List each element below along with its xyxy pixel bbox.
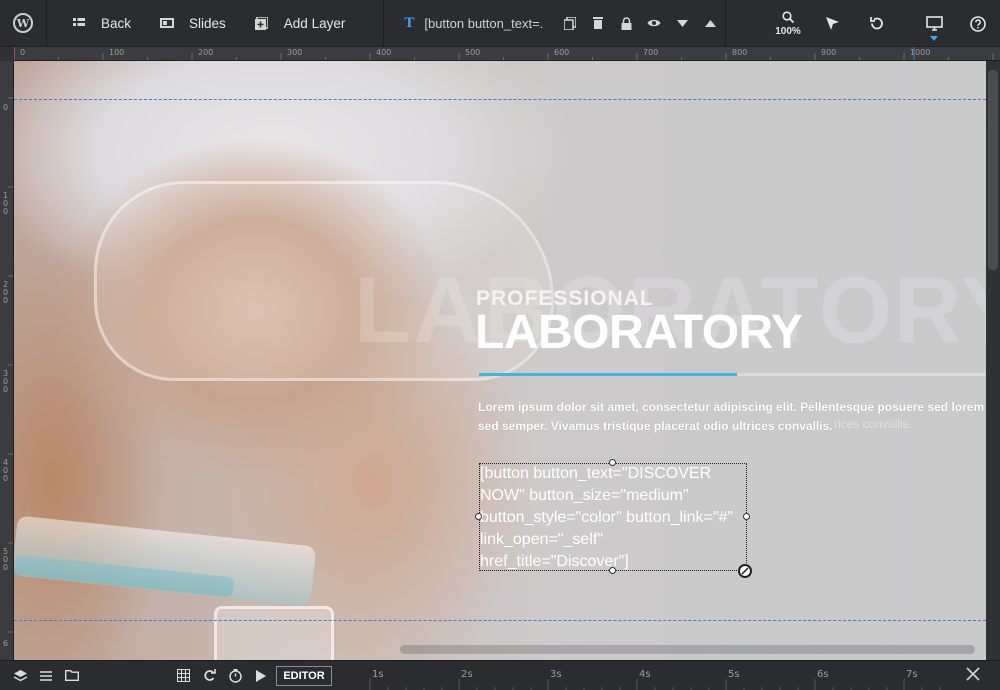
bottom-timeline-bar: EDITOR 1s 2s 3s 4s 5s 6s 7s bbox=[0, 660, 1000, 690]
play-icon[interactable] bbox=[251, 666, 271, 686]
wordpress-logo-button[interactable]: W bbox=[0, 0, 46, 46]
timer-icon[interactable] bbox=[225, 666, 245, 686]
text-layer-icon: T bbox=[404, 14, 415, 31]
layers-icon[interactable] bbox=[10, 666, 30, 686]
slide-canvas[interactable]: LABORATORY PROFESSIONAL LABORATORY rices… bbox=[14, 61, 986, 660]
top-toolbar: W Back Slides Add Layer T [button button… bbox=[0, 0, 1000, 47]
accent-line-layer[interactable] bbox=[479, 373, 737, 376]
horizontal-ruler: 0 100 200 300 400 500 600 700 800 900 10… bbox=[14, 47, 1000, 61]
top-guide-line bbox=[14, 99, 986, 100]
resize-handle-bottom[interactable] bbox=[609, 567, 616, 574]
loop-icon[interactable] bbox=[199, 666, 219, 686]
title-layer[interactable]: LABORATORY bbox=[475, 305, 803, 360]
duplicate-icon[interactable] bbox=[563, 16, 577, 30]
cursor-select-icon[interactable] bbox=[810, 0, 854, 47]
add-layer-button[interactable]: Add Layer bbox=[240, 0, 360, 46]
editor-button[interactable]: EDITOR bbox=[276, 666, 332, 686]
desktop-view-icon[interactable] bbox=[912, 0, 956, 47]
horizontal-scrollbar[interactable] bbox=[400, 645, 975, 654]
undo-icon[interactable] bbox=[854, 0, 898, 47]
ruler-tick-label: 6 bbox=[3, 639, 9, 648]
ruler-tick-label: 5 0 0 bbox=[3, 547, 9, 572]
resize-handle-left[interactable] bbox=[475, 513, 482, 520]
add-layer-label: Add Layer bbox=[283, 15, 346, 31]
toolbar-divider bbox=[725, 0, 726, 47]
add-layer-icon bbox=[254, 15, 270, 31]
slides-icon bbox=[159, 15, 175, 31]
visibility-eye-icon[interactable] bbox=[647, 16, 661, 30]
back-button[interactable]: Back bbox=[47, 0, 145, 46]
delete-icon[interactable] bbox=[591, 16, 605, 30]
selected-layer-info[interactable]: T [button button_text=. bbox=[384, 0, 557, 46]
divider-line-layer[interactable] bbox=[737, 373, 986, 376]
move-down-icon[interactable] bbox=[675, 16, 689, 30]
slides-label: Slides bbox=[189, 15, 226, 31]
ruler-ticks bbox=[14, 47, 994, 60]
ruler-tick-label: 2 0 0 bbox=[3, 280, 9, 305]
paragraph-layer[interactable]: Lorem ipsum dolor sit amet, consectetur … bbox=[478, 398, 986, 436]
selected-layer-bounding-box[interactable] bbox=[479, 463, 747, 571]
background-beaker-shape bbox=[214, 606, 334, 660]
bottom-guide-line bbox=[14, 620, 986, 621]
ruler-corner bbox=[0, 47, 14, 61]
slides-button[interactable]: Slides bbox=[145, 0, 240, 46]
resize-handle-top[interactable] bbox=[609, 459, 616, 466]
folder-icon[interactable] bbox=[62, 666, 82, 686]
active-view-indicator bbox=[930, 36, 938, 41]
rotate-handle-icon[interactable] bbox=[738, 564, 752, 578]
grid-snap-icon[interactable] bbox=[173, 666, 193, 686]
timeline-ticks bbox=[369, 679, 941, 690]
ruler-tick-label: 4 0 0 bbox=[3, 458, 9, 483]
wordpress-icon: W bbox=[13, 13, 33, 33]
zoom-search-icon bbox=[782, 10, 795, 26]
ruler-tick-label: 3 0 0 bbox=[3, 369, 9, 394]
back-label: Back bbox=[101, 15, 132, 31]
layer-name: [button button_text=. bbox=[424, 15, 544, 31]
close-icon[interactable] bbox=[966, 665, 980, 686]
slider-editor: W Back Slides Add Layer T [button button… bbox=[0, 0, 1000, 690]
grid-icon bbox=[71, 15, 87, 31]
move-up-icon[interactable] bbox=[703, 16, 717, 30]
toolbar-right-group: 100% bbox=[725, 0, 1000, 47]
resize-handle-right[interactable] bbox=[743, 513, 750, 520]
zoom-control[interactable]: 100% bbox=[766, 10, 810, 37]
lock-icon[interactable] bbox=[619, 16, 633, 30]
help-icon[interactable] bbox=[956, 0, 1000, 47]
vertical-ruler: 0 1 0 0 2 0 0 3 0 0 4 0 0 5 0 0 6 bbox=[0, 47, 14, 660]
list-icon[interactable] bbox=[36, 666, 56, 686]
vertical-scrollbar-thumb[interactable] bbox=[988, 70, 998, 270]
timeline-ruler[interactable]: 1s 2s 3s 4s 5s 6s 7s bbox=[340, 661, 950, 690]
zoom-level: 100% bbox=[775, 25, 801, 37]
ruler-tick-label: 1 0 0 bbox=[3, 191, 9, 216]
ruler-tick-label: 0 bbox=[3, 103, 9, 112]
